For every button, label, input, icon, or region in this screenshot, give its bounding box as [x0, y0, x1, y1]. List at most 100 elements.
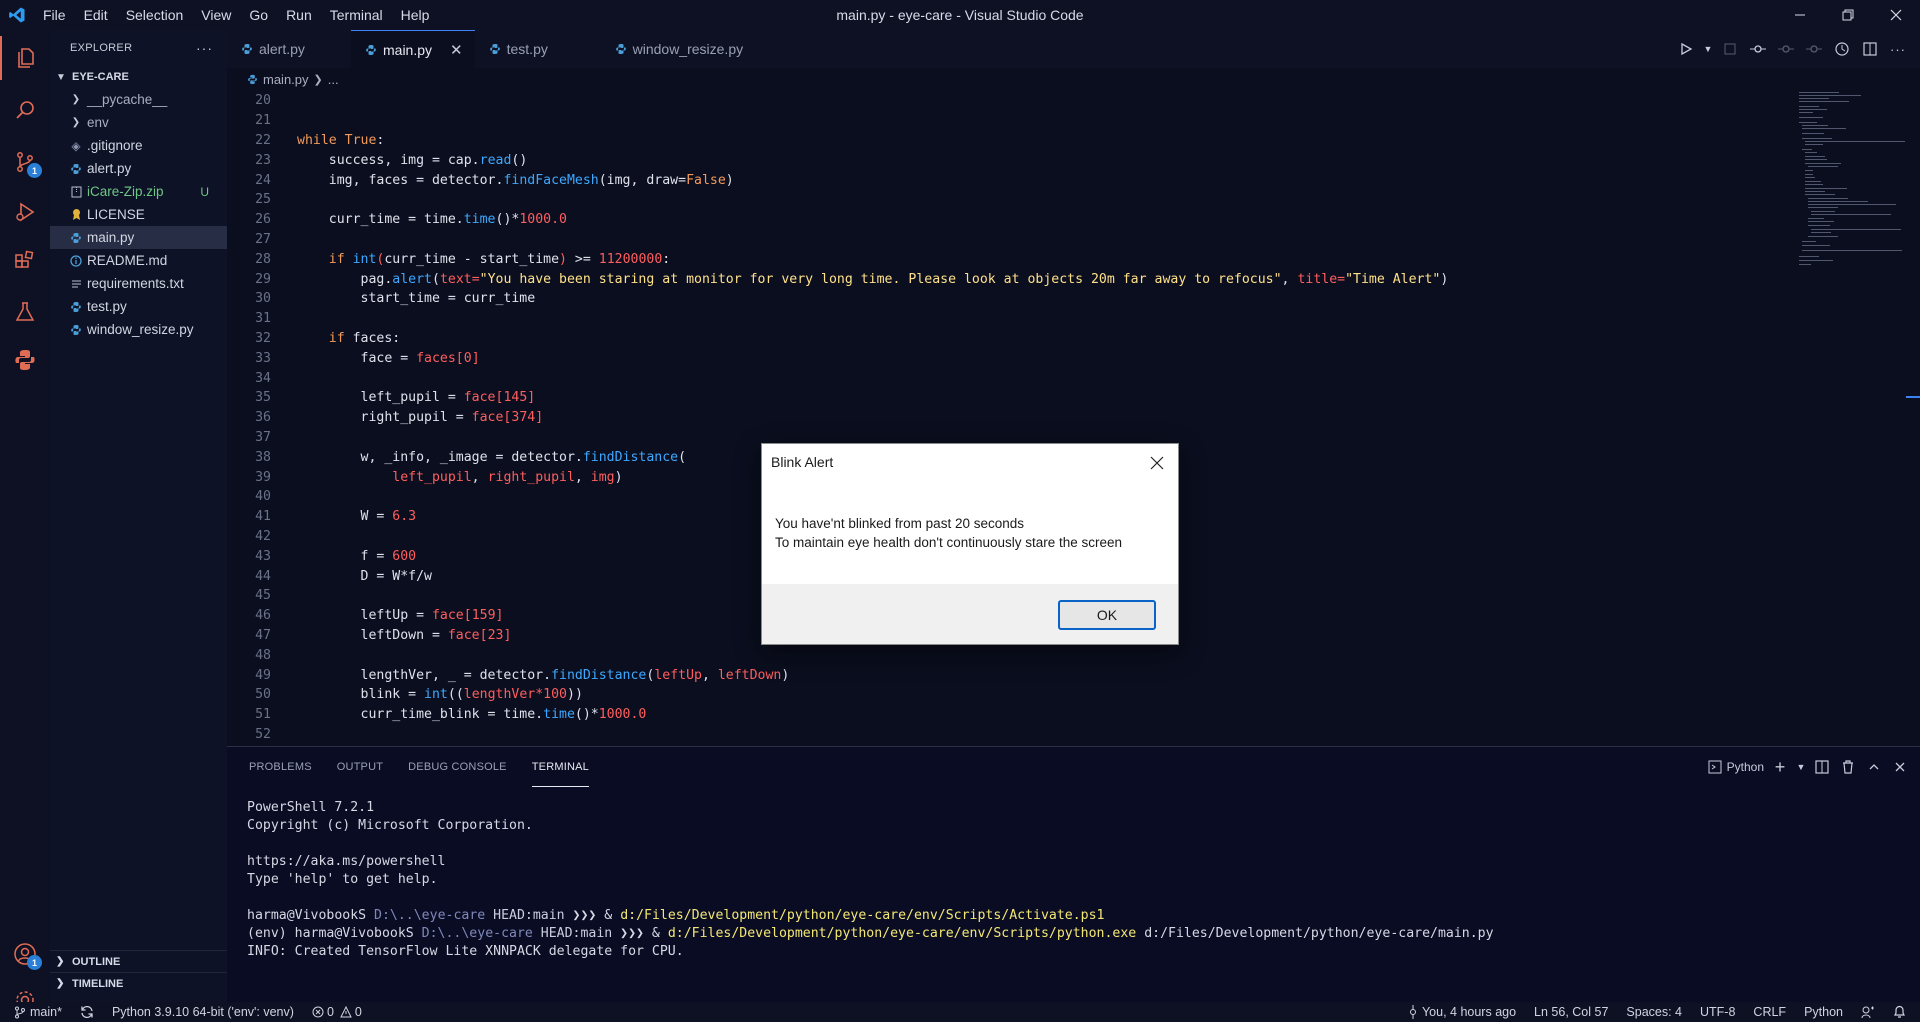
- testing-flask-icon[interactable]: [0, 290, 50, 334]
- code-line: 20: [227, 91, 1767, 111]
- terminal-line: Type 'help' to get help.: [247, 871, 1494, 889]
- code-text: left_pupil = face[145]: [297, 390, 536, 406]
- explorer-icon[interactable]: [0, 36, 50, 80]
- split-editor-icon[interactable]: [1858, 37, 1882, 61]
- code-text: lengthVer, _ = detector.findDistance(lef…: [297, 668, 790, 683]
- file-tree-item[interactable]: LICENSE: [50, 203, 227, 226]
- folder-header[interactable]: ▼ EYE-CARE: [50, 66, 227, 88]
- tab-test-py[interactable]: test.py: [475, 30, 601, 68]
- file-tree-item[interactable]: main.py: [50, 226, 227, 249]
- dialog-close-icon[interactable]: [1146, 452, 1168, 474]
- trash-icon[interactable]: [1838, 760, 1858, 774]
- chevron-down-icon[interactable]: ▼: [1796, 762, 1806, 772]
- explorer-title: EXPLORER: [70, 42, 133, 54]
- menu-help[interactable]: Help: [392, 0, 439, 30]
- language-mode[interactable]: Python: [1795, 1002, 1852, 1022]
- code-token: faces:: [352, 330, 401, 346]
- tab-alert-py[interactable]: alert.py: [227, 30, 351, 68]
- code-token: 100: [543, 687, 567, 703]
- file-tree-item[interactable]: README.md: [50, 249, 227, 272]
- menu-selection[interactable]: Selection: [117, 0, 193, 30]
- tab-terminal[interactable]: TERMINAL: [531, 747, 589, 787]
- maximize-panel-icon[interactable]: [1864, 761, 1884, 773]
- code-text: pag.alert(text="You have been staring at…: [297, 272, 1449, 287]
- chevron-down-icon[interactable]: ▼: [1702, 37, 1714, 61]
- code-token: ]: [527, 390, 536, 406]
- file-tree-item[interactable]: alert.py: [50, 157, 227, 180]
- tab-output[interactable]: OUTPUT: [337, 747, 383, 787]
- source-control-icon[interactable]: 1: [0, 140, 50, 184]
- file-tree-item[interactable]: ◈ .gitignore: [50, 134, 227, 157]
- branch-status[interactable]: main*: [0, 1002, 71, 1022]
- tab-main-py[interactable]: main.py ✕: [351, 30, 475, 68]
- menu-edit[interactable]: Edit: [75, 0, 117, 30]
- code-token: )): [567, 687, 583, 703]
- git-previous-icon[interactable]: [1774, 37, 1798, 61]
- breadcrumb-file[interactable]: main.py: [263, 72, 309, 87]
- close-tab-icon[interactable]: ✕: [450, 41, 463, 59]
- outline-section[interactable]: ❯ OUTLINE: [50, 950, 227, 972]
- menu-run[interactable]: Run: [277, 0, 321, 30]
- split-terminal-icon[interactable]: [1812, 760, 1832, 774]
- code-line: 26 curr_time = time.time()*1000.0: [227, 210, 1767, 230]
- run-debug-icon[interactable]: [0, 190, 50, 234]
- python-file-icon: [68, 322, 84, 338]
- ok-button[interactable]: OK: [1058, 600, 1156, 630]
- cursor-position[interactable]: Ln 56, Col 57: [1525, 1002, 1617, 1022]
- sync-icon[interactable]: [71, 1002, 103, 1022]
- more-actions-icon[interactable]: ···: [1886, 37, 1910, 61]
- tab-problems[interactable]: PROBLEMS: [249, 747, 312, 787]
- terminal-shell-selector[interactable]: Python: [1708, 760, 1764, 774]
- search-icon[interactable]: [0, 88, 50, 132]
- encoding[interactable]: UTF-8: [1691, 1002, 1744, 1022]
- git-blame[interactable]: You, 4 hours ago: [1399, 1002, 1525, 1022]
- git-compare-icon[interactable]: [1718, 37, 1742, 61]
- menu-terminal[interactable]: Terminal: [321, 0, 392, 30]
- code-token: 1000.0: [598, 707, 647, 723]
- python-file-icon: [68, 161, 84, 177]
- terminal-output[interactable]: PowerShell 7.2.1 Copyright (c) Microsoft …: [247, 799, 1494, 961]
- git-next-icon[interactable]: [1802, 37, 1826, 61]
- extensions-icon[interactable]: [0, 240, 50, 284]
- python-icon[interactable]: [0, 338, 50, 382]
- new-terminal-icon[interactable]: +: [1770, 757, 1790, 778]
- menu-file[interactable]: File: [34, 0, 75, 30]
- notifications-bell-icon[interactable]: [1884, 1002, 1920, 1022]
- code-token: int: [352, 251, 377, 267]
- python-interpreter[interactable]: Python 3.9.10 64-bit ('env': venv): [103, 1002, 303, 1022]
- file-tree-item-label: test.py: [87, 299, 127, 314]
- timeline-history-icon[interactable]: [1830, 37, 1854, 61]
- line-ending[interactable]: CRLF: [1744, 1002, 1795, 1022]
- code-token: success, img = cap.: [297, 152, 480, 168]
- code-line: 24 img, faces = detector.findFaceMesh(im…: [227, 170, 1767, 190]
- file-tree-item[interactable]: requirements.txt: [50, 272, 227, 295]
- tab-window-resize-py[interactable]: window_resize.py: [601, 30, 767, 68]
- file-tree-item[interactable]: ❯ __pycache__: [50, 88, 227, 111]
- file-tree-item-label: README.md: [87, 253, 168, 268]
- problems-status[interactable]: 0 0: [303, 1002, 371, 1022]
- file-tree-item[interactable]: iCare-Zip.zip U: [50, 180, 227, 203]
- more-actions-icon[interactable]: ···: [196, 40, 213, 56]
- accounts-icon[interactable]: 1: [0, 932, 50, 976]
- timeline-section[interactable]: ❯ TIMELINE: [50, 972, 227, 994]
- file-tree-item[interactable]: window_resize.py: [50, 318, 227, 341]
- terminal-text: Copyright (c) Microsoft Corporation.: [247, 818, 533, 833]
- file-tree-item[interactable]: ❯ env: [50, 111, 227, 134]
- file-tree-item[interactable]: test.py: [50, 295, 227, 318]
- close-panel-icon[interactable]: [1890, 761, 1910, 773]
- restore-button[interactable]: [1824, 0, 1872, 30]
- dialog-message-line-2: To maintain eye health don't continuousl…: [775, 535, 1123, 550]
- indentation[interactable]: Spaces: 4: [1617, 1002, 1691, 1022]
- minimize-button[interactable]: [1776, 0, 1824, 30]
- tab-debug-console[interactable]: DEBUG CONSOLE: [408, 747, 507, 787]
- menu-go[interactable]: Go: [240, 0, 277, 30]
- menu-view[interactable]: View: [192, 0, 240, 30]
- git-commit-icon[interactable]: [1746, 37, 1770, 61]
- breadcrumb-symbol[interactable]: ...: [328, 72, 339, 87]
- code-editor[interactable]: 20 21 22 while True: 23 success, img = cap.r…: [227, 90, 1920, 746]
- run-file-icon[interactable]: [1674, 37, 1698, 61]
- scrollbar-marker[interactable]: [1906, 396, 1920, 398]
- feedback-icon[interactable]: [1852, 1002, 1884, 1022]
- minimap[interactable]: [1796, 90, 1906, 290]
- close-window-button[interactable]: [1872, 0, 1920, 30]
